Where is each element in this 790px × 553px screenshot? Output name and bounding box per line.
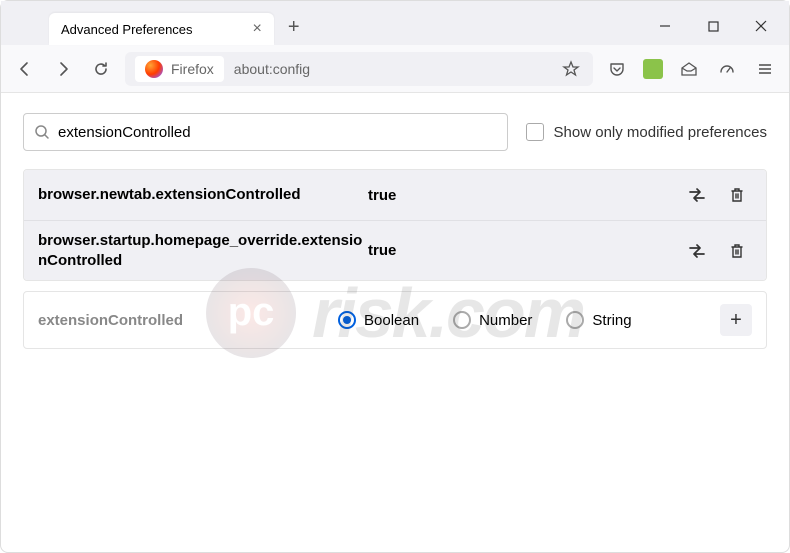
search-box[interactable] (23, 113, 508, 151)
pref-actions (682, 180, 752, 210)
reload-button[interactable] (89, 57, 113, 81)
radio-number[interactable] (453, 311, 471, 329)
radio-number-label: Number (479, 312, 532, 329)
pref-actions (682, 236, 752, 266)
menu-button[interactable] (753, 57, 777, 81)
toolbar-right (605, 57, 777, 81)
window-controls (645, 11, 781, 41)
preferences-table: browser.newtab.extensionControlled true … (23, 169, 767, 281)
maximize-button[interactable] (693, 11, 733, 41)
url-text: about:config (234, 61, 310, 77)
pref-row: browser.startup.homepage_override.extens… (24, 221, 766, 280)
pocket-icon[interactable] (605, 57, 629, 81)
show-modified-text: Show only modified preferences (554, 124, 767, 141)
new-tab-button[interactable]: + (288, 16, 300, 39)
pref-row: browser.newtab.extensionControlled true (24, 170, 766, 221)
new-pref-row: extensionControlled Boolean Number Strin… (23, 291, 767, 349)
add-pref-button[interactable]: + (720, 304, 752, 336)
dashboard-icon[interactable] (715, 57, 739, 81)
firefox-logo-icon (145, 60, 163, 78)
forward-button[interactable] (51, 57, 75, 81)
type-boolean-option[interactable]: Boolean (338, 311, 419, 329)
new-pref-name: extensionControlled (38, 312, 338, 329)
toggle-button[interactable] (682, 180, 712, 210)
close-tab-icon[interactable]: × (253, 21, 262, 37)
type-options: Boolean Number String (338, 311, 632, 329)
extension-icon[interactable] (643, 59, 663, 79)
toolbar: Firefox about:config (1, 45, 789, 93)
search-input[interactable] (58, 124, 497, 141)
nav-buttons (13, 57, 113, 81)
identity-label: Firefox (171, 61, 214, 77)
pref-value: true (368, 187, 396, 204)
show-modified-checkbox[interactable] (526, 123, 544, 141)
radio-string[interactable] (566, 311, 584, 329)
toggle-button[interactable] (682, 236, 712, 266)
radio-boolean[interactable] (338, 311, 356, 329)
tab-title: Advanced Preferences (61, 22, 193, 37)
titlebar: Advanced Preferences × + (1, 1, 789, 45)
inbox-icon[interactable] (677, 57, 701, 81)
search-row: Show only modified preferences (23, 113, 767, 151)
close-window-button[interactable] (741, 11, 781, 41)
pref-name: browser.startup.homepage_override.extens… (38, 231, 368, 270)
identity-box[interactable]: Firefox (135, 56, 224, 82)
delete-button[interactable] (722, 180, 752, 210)
radio-string-label: String (592, 312, 631, 329)
type-number-option[interactable]: Number (453, 311, 532, 329)
bookmark-star-icon[interactable] (559, 57, 583, 81)
url-bar[interactable]: Firefox about:config (125, 52, 593, 86)
minimize-button[interactable] (645, 11, 685, 41)
content-area: Show only modified preferences browser.n… (1, 93, 789, 369)
type-string-option[interactable]: String (566, 311, 631, 329)
delete-button[interactable] (722, 236, 752, 266)
show-modified-checkbox-label[interactable]: Show only modified preferences (526, 123, 767, 141)
pref-name: browser.newtab.extensionControlled (38, 185, 368, 205)
back-button[interactable] (13, 57, 37, 81)
pref-value: true (368, 242, 396, 259)
search-icon (34, 124, 50, 140)
radio-boolean-label: Boolean (364, 312, 419, 329)
browser-tab[interactable]: Advanced Preferences × (49, 13, 274, 45)
